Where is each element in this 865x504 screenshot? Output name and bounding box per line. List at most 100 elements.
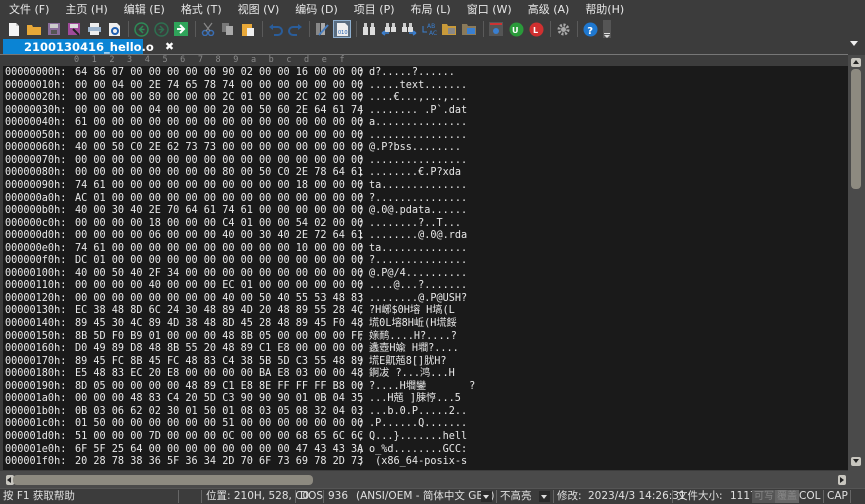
row-hex-bytes[interactable]: 00 00 00 00 40 00 00 00 EC 01 00 00 00 0… bbox=[75, 280, 363, 292]
hex-mode-icon[interactable]: 010 bbox=[333, 20, 351, 38]
encoding-dropdown-icon[interactable] bbox=[481, 491, 492, 502]
row-hex-bytes[interactable]: 61 00 00 00 00 00 00 00 00 00 00 00 00 0… bbox=[75, 117, 363, 129]
menu-item[interactable]: 项目 (P) bbox=[345, 0, 402, 19]
row-hex-bytes[interactable]: 00 00 00 48 83 C4 20 5D C3 90 90 90 01 0… bbox=[75, 393, 363, 405]
back-icon[interactable] bbox=[132, 20, 150, 38]
row-ascii[interactable]: 塃E鼿兡8[]肬H? bbox=[369, 356, 447, 368]
row-hex-bytes[interactable]: 6F 5F 25 64 00 00 00 00 00 00 00 00 47 4… bbox=[75, 444, 363, 456]
menu-item[interactable]: 视图 (V) bbox=[229, 0, 287, 19]
row-hex-bytes[interactable]: 00 00 04 00 2E 74 65 78 74 00 00 00 00 0… bbox=[75, 80, 363, 92]
row-ascii[interactable]: ...H兡 ]脨悙...5 bbox=[369, 393, 461, 405]
row-hex-bytes[interactable]: 64 86 07 00 00 00 00 00 90 02 00 00 16 0… bbox=[75, 67, 363, 79]
new-file-icon[interactable] bbox=[5, 20, 23, 38]
menu-item[interactable]: 文件 (F) bbox=[0, 0, 56, 19]
open-folder-icon[interactable] bbox=[25, 20, 43, 38]
menu-item[interactable]: 编辑 (E) bbox=[115, 0, 172, 19]
row-ascii[interactable]: a............... bbox=[369, 117, 467, 129]
row-ascii[interactable]: .P......Q....... bbox=[369, 418, 467, 430]
row-hex-bytes[interactable]: D0 49 89 D8 48 8B 55 20 48 89 C1 E8 00 0… bbox=[75, 343, 363, 355]
menu-item[interactable]: 帮助(H) bbox=[576, 0, 631, 19]
row-hex-bytes[interactable]: 74 61 00 00 00 00 00 00 00 00 00 00 18 0… bbox=[75, 180, 363, 192]
row-hex-bytes[interactable]: 00 00 00 00 06 00 00 00 40 00 30 40 2E 7… bbox=[75, 230, 363, 242]
save-as-icon[interactable] bbox=[65, 20, 83, 38]
row-hex-bytes[interactable]: 74 61 00 00 00 00 00 00 00 00 00 00 10 0… bbox=[75, 243, 363, 255]
forward-icon[interactable] bbox=[152, 20, 170, 38]
row-ascii[interactable]: ....@...?....... bbox=[369, 280, 467, 292]
row-hex-bytes[interactable]: 01 50 00 00 00 00 00 00 51 00 00 00 00 0… bbox=[75, 418, 363, 430]
row-hex-bytes[interactable]: EC 38 48 8D 6C 24 30 48 89 4D 20 48 89 5… bbox=[75, 305, 363, 317]
row-ascii[interactable]: ........?..T... bbox=[369, 218, 461, 230]
row-ascii[interactable]: Q...}.......hell bbox=[369, 431, 467, 443]
menu-item[interactable]: 布局 (L) bbox=[402, 0, 458, 19]
print-preview-icon[interactable] bbox=[105, 20, 123, 38]
print-icon[interactable] bbox=[85, 20, 103, 38]
scroll-up-icon[interactable] bbox=[851, 58, 861, 67]
status-highlight[interactable]: 不高亮 bbox=[500, 489, 532, 504]
row-ascii[interactable]: 錒冹 ?...鸿...H bbox=[369, 368, 455, 380]
row-ascii[interactable]: @.P?bss........ bbox=[369, 142, 461, 154]
row-hex-bytes[interactable]: 40 00 50 C0 2E 62 73 73 00 00 00 00 00 0… bbox=[75, 142, 363, 154]
replace-icon[interactable]: AB AC bbox=[420, 20, 438, 38]
row-ascii[interactable]: ta.............. bbox=[369, 243, 467, 255]
tab-list-dropdown-icon[interactable] bbox=[850, 41, 858, 46]
row-hex-bytes[interactable]: 00 00 00 00 80 00 00 00 2C 01 00 00 2C 0… bbox=[75, 92, 363, 104]
lowercase-icon[interactable]: L bbox=[527, 20, 545, 38]
hex-editor-view[interactable]: 00000000h: 64 86 07 00 00 00 00 00 90 02 … bbox=[3, 66, 848, 470]
redo-icon[interactable] bbox=[286, 20, 304, 38]
paste-icon[interactable] bbox=[239, 20, 257, 38]
row-hex-bytes[interactable]: 40 00 50 40 2F 34 00 00 00 00 00 00 00 0… bbox=[75, 268, 363, 280]
row-hex-bytes[interactable]: 89 45 FC 8B 45 FC 48 83 C4 38 5B 5D C3 5… bbox=[75, 356, 363, 368]
row-ascii[interactable]: 蠭壺H婾 H壛?.... bbox=[369, 343, 459, 355]
row-hex-bytes[interactable]: 51 00 00 00 7D 00 00 00 0C 00 00 00 68 6… bbox=[75, 431, 363, 443]
row-ascii[interactable]: ...b.0.P.....2.. bbox=[369, 406, 467, 418]
row-ascii[interactable]: @.P@/4.......... bbox=[369, 268, 467, 280]
scroll-right-icon[interactable] bbox=[838, 475, 846, 485]
find-next-icon[interactable] bbox=[400, 20, 418, 38]
vertical-scrollbar[interactable] bbox=[848, 55, 865, 471]
row-hex-bytes[interactable]: 00 00 00 00 04 00 00 00 20 00 50 60 2E 6… bbox=[75, 105, 363, 117]
row-hex-bytes[interactable]: 89 45 30 4C 89 4D 38 48 8D 45 28 48 89 4… bbox=[75, 318, 363, 330]
menu-item[interactable]: 编码 (D) bbox=[286, 0, 345, 19]
row-ascii[interactable]: ?............... bbox=[369, 193, 467, 205]
row-hex-bytes[interactable]: 20 28 78 38 36 5F 36 34 2D 70 6F 73 69 7… bbox=[75, 456, 363, 468]
row-ascii[interactable]: d?.....?...... bbox=[369, 67, 455, 79]
status-encoding[interactable]: (ANSI/OEM - 简体中文 GBK) bbox=[356, 489, 495, 504]
scroll-down-icon[interactable] bbox=[851, 457, 861, 466]
row-ascii[interactable]: 塃0L塎8H岴(H塃餒 bbox=[369, 318, 457, 330]
row-ascii[interactable]: ....€...,...,... bbox=[369, 92, 467, 104]
row-hex-bytes[interactable]: AC 01 00 00 00 00 00 00 00 00 00 00 00 0… bbox=[75, 193, 363, 205]
menu-item[interactable]: 窗口 (W) bbox=[458, 0, 519, 19]
row-ascii[interactable]: ........@.0@.rda bbox=[369, 230, 467, 242]
menu-item[interactable]: 格式 (T) bbox=[172, 0, 229, 19]
row-hex-bytes[interactable]: 40 00 30 40 2E 70 64 61 74 61 00 00 00 0… bbox=[75, 205, 363, 217]
row-hex-bytes[interactable]: 00 00 00 00 18 00 00 00 C4 01 00 00 54 0… bbox=[75, 218, 363, 230]
horizontal-scrollbar[interactable] bbox=[0, 471, 848, 488]
settings-icon[interactable] bbox=[554, 20, 572, 38]
row-ascii[interactable]: o_%d........GCC: bbox=[369, 444, 467, 456]
highlight-dropdown-icon[interactable] bbox=[539, 491, 550, 502]
row-ascii[interactable]: ................ bbox=[369, 130, 467, 142]
row-hex-bytes[interactable]: 8B 5D F0 B9 01 00 00 00 48 8B 05 00 00 0… bbox=[75, 331, 363, 343]
row-ascii[interactable]: ta.............. bbox=[369, 180, 467, 192]
copy-icon[interactable] bbox=[219, 20, 237, 38]
row-hex-bytes[interactable]: E5 48 83 EC 20 E8 00 00 00 00 BA E8 03 0… bbox=[75, 368, 363, 380]
help-icon[interactable]: ? bbox=[581, 20, 599, 38]
uppercase-icon[interactable]: U bbox=[507, 20, 525, 38]
row-hex-bytes[interactable]: 00 00 00 00 00 00 00 00 40 00 50 40 55 5… bbox=[75, 293, 363, 305]
close-tab-icon[interactable]: ✖ bbox=[165, 40, 174, 53]
column-mode-icon[interactable] bbox=[313, 20, 331, 38]
find-in-files-icon[interactable] bbox=[440, 20, 458, 38]
row-hex-bytes[interactable]: 00 00 00 00 00 00 00 00 80 00 50 C0 2E 7… bbox=[75, 167, 363, 179]
row-ascii[interactable]: @.0@.pdata...... bbox=[369, 205, 467, 217]
row-ascii[interactable]: ................ bbox=[369, 155, 467, 167]
row-hex-bytes[interactable]: 00 00 00 00 00 00 00 00 00 00 00 00 00 0… bbox=[75, 130, 363, 142]
row-ascii[interactable]: ?H峫$0H塎 H塙(L bbox=[369, 305, 455, 317]
find-icon[interactable] bbox=[360, 20, 378, 38]
toolbar-overflow-icon[interactable] bbox=[603, 20, 611, 38]
horizontal-scroll-thumb[interactable] bbox=[13, 475, 313, 485]
menu-item[interactable]: 主页 (H) bbox=[56, 0, 114, 19]
compare-icon[interactable] bbox=[487, 20, 505, 38]
menu-item[interactable]: 高级 (A) bbox=[519, 0, 577, 19]
row-ascii[interactable]: ........€.P?xda bbox=[369, 167, 461, 179]
row-hex-bytes[interactable]: DC 01 00 00 00 00 00 00 00 00 00 00 00 0… bbox=[75, 255, 363, 267]
